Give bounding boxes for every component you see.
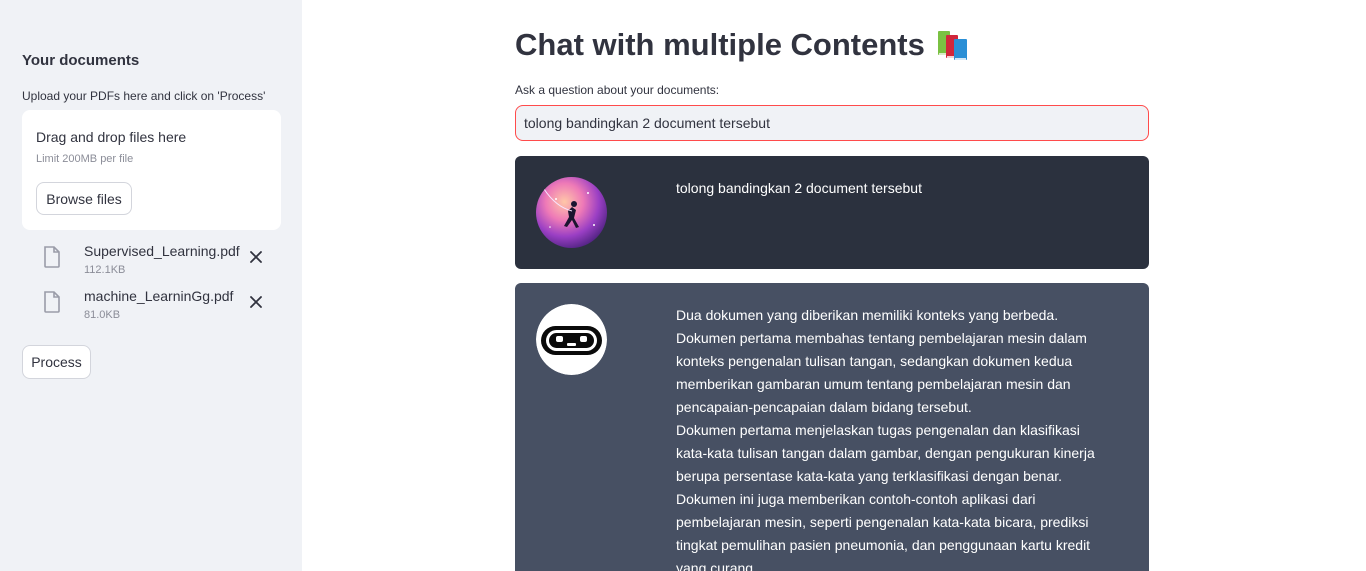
user-message: tolong bandingkan 2 document tersebut — [515, 156, 1149, 269]
bot-paragraph: Dokumen pertama menjelaskan tugas pengen… — [676, 422, 1095, 571]
bot-message-text: Dua dokumen yang diberikan memiliki kont… — [676, 304, 1108, 571]
uploaded-file-item: Supervised_Learning.pdf 112.1KB — [40, 240, 280, 280]
app-root: Your documents Upload your PDFs here and… — [0, 0, 1366, 571]
dropzone-limit: Limit 200MB per file — [36, 153, 134, 165]
bot-message: Dua dokumen yang diberikan memiliki kont… — [515, 283, 1149, 571]
books-icon — [937, 31, 967, 60]
file-size: 81.0KB — [84, 309, 121, 321]
process-button[interactable]: Process — [22, 345, 91, 379]
user-avatar — [536, 177, 607, 248]
page-title: Chat with multiple Contents — [515, 27, 971, 63]
user-message-text: tolong bandingkan 2 document tersebut — [676, 180, 922, 196]
uploader-hint: Upload your PDFs here and click on 'Proc… — [22, 89, 266, 103]
dropzone-title: Drag and drop files here — [36, 129, 187, 145]
file-dropzone[interactable]: Drag and drop files here Limit 200MB per… — [22, 110, 281, 230]
file-size: 112.1KB — [84, 264, 126, 276]
bot-avatar — [536, 304, 607, 375]
uploaded-file-item: machine_LearninGg.pdf 81.0KB — [40, 285, 280, 325]
sidebar: Your documents Upload your PDFs here and… — [0, 0, 302, 571]
file-name: Supervised_Learning.pdf — [84, 243, 240, 259]
page-title-text: Chat with multiple Contents — [515, 27, 925, 62]
file-icon — [44, 291, 60, 313]
browse-files-button[interactable]: Browse files — [36, 182, 132, 215]
bot-paragraph: Dua dokumen yang diberikan memiliki kont… — [676, 307, 1087, 415]
file-name: machine_LearninGg.pdf — [84, 288, 234, 304]
close-icon[interactable] — [249, 295, 263, 309]
sidebar-title: Your documents — [22, 52, 140, 69]
close-icon[interactable] — [249, 250, 263, 264]
file-icon — [44, 246, 60, 268]
question-label: Ask a question about your documents: — [515, 83, 720, 97]
question-input[interactable] — [515, 105, 1149, 141]
